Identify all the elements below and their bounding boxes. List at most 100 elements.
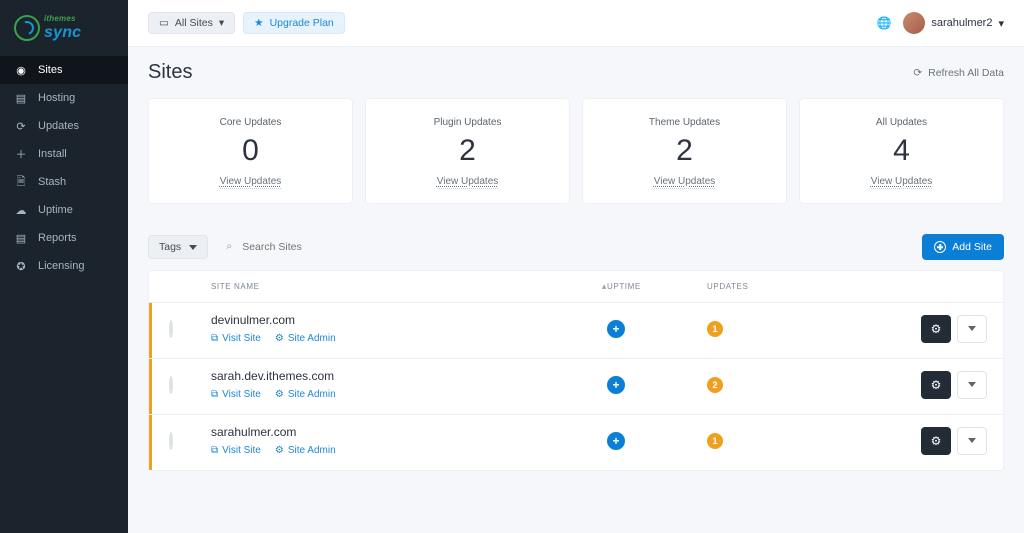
external-icon: ⧉ <box>211 445 218 456</box>
globe-icon <box>169 320 173 338</box>
reports-icon: ▤ <box>14 231 28 245</box>
uptime-status[interactable]: + <box>607 432 625 450</box>
row-more-button[interactable] <box>957 427 987 455</box>
logo-sub: ithemes <box>44 15 81 24</box>
updates-badge[interactable]: 1 <box>707 321 723 337</box>
wp-icon: ⚙ <box>275 445 284 456</box>
table-row: devinulmer.com ⧉Visit Site ⚙Site Admin +… <box>149 303 1003 359</box>
updates-icon: ⟳ <box>14 119 28 133</box>
toolbar: Tags ⌕ Add Site <box>148 234 1004 260</box>
search-wrap: ⌕ <box>220 235 420 259</box>
chevron-down-icon <box>968 326 976 331</box>
logo[interactable]: ithemes sync <box>0 0 128 56</box>
nav-label: Licensing <box>38 260 84 272</box>
globe-icon <box>169 376 173 394</box>
updates-badge[interactable]: 1 <box>707 433 723 449</box>
wp-icon: ⚙ <box>275 333 284 344</box>
site-filter-button[interactable]: ▭ All Sites ▾ <box>148 12 235 34</box>
site-name[interactable]: devinulmer.com <box>211 313 607 327</box>
card-all-updates: All Updates 4 View Updates <box>799 98 1004 204</box>
site-name[interactable]: sarahulmer.com <box>211 425 607 439</box>
title-row: Sites ⟳ Refresh All Data <box>148 61 1004 84</box>
sites-table: SITE NAME ▴ UPTIME UPDATES devinulmer.co… <box>148 270 1004 471</box>
nav-updates[interactable]: ⟳ Updates <box>0 112 128 140</box>
row-settings-button[interactable]: ⚙ <box>921 427 951 455</box>
tags-label: Tags <box>159 241 181 253</box>
gear-icon: ⚙ <box>931 322 942 336</box>
card-link[interactable]: View Updates <box>654 176 716 189</box>
gear-icon: ⚙ <box>931 434 942 448</box>
upgrade-plan-button[interactable]: ★ Upgrade Plan <box>243 12 345 34</box>
search-input[interactable] <box>220 235 420 259</box>
table-row: sarah.dev.ithemes.com ⧉Visit Site ⚙Site … <box>149 359 1003 415</box>
nav-label: Reports <box>38 232 77 244</box>
uptime-icon: ☁ <box>14 203 28 217</box>
nav-stash[interactable]: 🗎 Stash <box>0 168 128 196</box>
row-more-button[interactable] <box>957 315 987 343</box>
visit-site-link[interactable]: ⧉Visit Site <box>211 445 261 456</box>
sites-icon: ◉ <box>14 63 28 77</box>
chevron-down-icon <box>968 438 976 443</box>
wp-icon: ⚙ <box>275 389 284 400</box>
install-icon: ＋ <box>14 147 28 161</box>
row-settings-button[interactable]: ⚙ <box>921 315 951 343</box>
nav-sites[interactable]: ◉ Sites <box>0 56 128 84</box>
uptime-status[interactable]: + <box>607 320 625 338</box>
row-status-bar <box>149 303 152 358</box>
add-site-button[interactable]: Add Site <box>922 234 1004 260</box>
col-updates[interactable]: UPDATES <box>707 282 827 291</box>
external-icon: ⧉ <box>211 389 218 400</box>
nav-uptime[interactable]: ☁ Uptime <box>0 196 128 224</box>
upgrade-label: Upgrade Plan <box>270 17 334 29</box>
monitor-icon: ▭ <box>159 17 169 29</box>
card-link[interactable]: View Updates <box>437 176 499 189</box>
globe-icon: 🌐 <box>877 16 892 30</box>
logo-icon <box>14 15 40 41</box>
nav-install[interactable]: ＋ Install <box>0 140 128 168</box>
username: sarahulmer2 <box>931 17 992 29</box>
search-icon: ⌕ <box>226 241 232 254</box>
sidebar: ithemes sync ◉ Sites ▤ Hosting ⟳ Updates… <box>0 0 128 533</box>
nav-label: Stash <box>38 176 66 188</box>
tags-dropdown[interactable]: Tags <box>148 235 208 259</box>
nav-licensing[interactable]: ✪ Licensing <box>0 252 128 280</box>
site-admin-link[interactable]: ⚙Site Admin <box>275 389 336 400</box>
card-label: Core Updates <box>159 117 342 128</box>
card-theme-updates: Theme Updates 2 View Updates <box>582 98 787 204</box>
globe-button[interactable]: 🌐 <box>873 12 895 34</box>
nav-label: Hosting <box>38 92 75 104</box>
licensing-icon: ✪ <box>14 259 28 273</box>
row-more-button[interactable] <box>957 371 987 399</box>
visit-site-link[interactable]: ⧉Visit Site <box>211 333 261 344</box>
stat-cards: Core Updates 0 View Updates Plugin Updat… <box>148 98 1004 204</box>
site-admin-link[interactable]: ⚙Site Admin <box>275 445 336 456</box>
site-name[interactable]: sarah.dev.ithemes.com <box>211 369 607 383</box>
chevron-down-icon <box>189 245 197 250</box>
table-head: SITE NAME ▴ UPTIME UPDATES <box>149 271 1003 303</box>
user-menu[interactable]: sarahulmer2 ▾ <box>903 12 1004 34</box>
card-plugin-updates: Plugin Updates 2 View Updates <box>365 98 570 204</box>
card-label: Theme Updates <box>593 117 776 128</box>
row-settings-button[interactable]: ⚙ <box>921 371 951 399</box>
nav-reports[interactable]: ▤ Reports <box>0 224 128 252</box>
updates-badge[interactable]: 2 <box>707 377 723 393</box>
gear-icon: ⚙ <box>931 378 942 392</box>
main: ▭ All Sites ▾ ★ Upgrade Plan 🌐 sarahulme… <box>128 0 1024 533</box>
uptime-status[interactable]: + <box>607 376 625 394</box>
nav: ◉ Sites ▤ Hosting ⟳ Updates ＋ Install 🗎 … <box>0 56 128 280</box>
row-status-bar <box>149 359 152 414</box>
chevron-down-icon: ▾ <box>219 17 224 29</box>
visit-site-link[interactable]: ⧉Visit Site <box>211 389 261 400</box>
col-site-name[interactable]: SITE NAME ▴ <box>211 281 607 292</box>
page-title: Sites <box>148 61 192 84</box>
col-uptime[interactable]: UPTIME <box>607 282 707 291</box>
nav-label: Updates <box>38 120 79 132</box>
refresh-all-button[interactable]: ⟳ Refresh All Data <box>913 67 1004 79</box>
card-link[interactable]: View Updates <box>220 176 282 189</box>
nav-hosting[interactable]: ▤ Hosting <box>0 84 128 112</box>
card-label: Plugin Updates <box>376 117 559 128</box>
card-value: 4 <box>810 134 993 168</box>
site-admin-link[interactable]: ⚙Site Admin <box>275 333 336 344</box>
card-link[interactable]: View Updates <box>871 176 933 189</box>
card-value: 2 <box>376 134 559 168</box>
